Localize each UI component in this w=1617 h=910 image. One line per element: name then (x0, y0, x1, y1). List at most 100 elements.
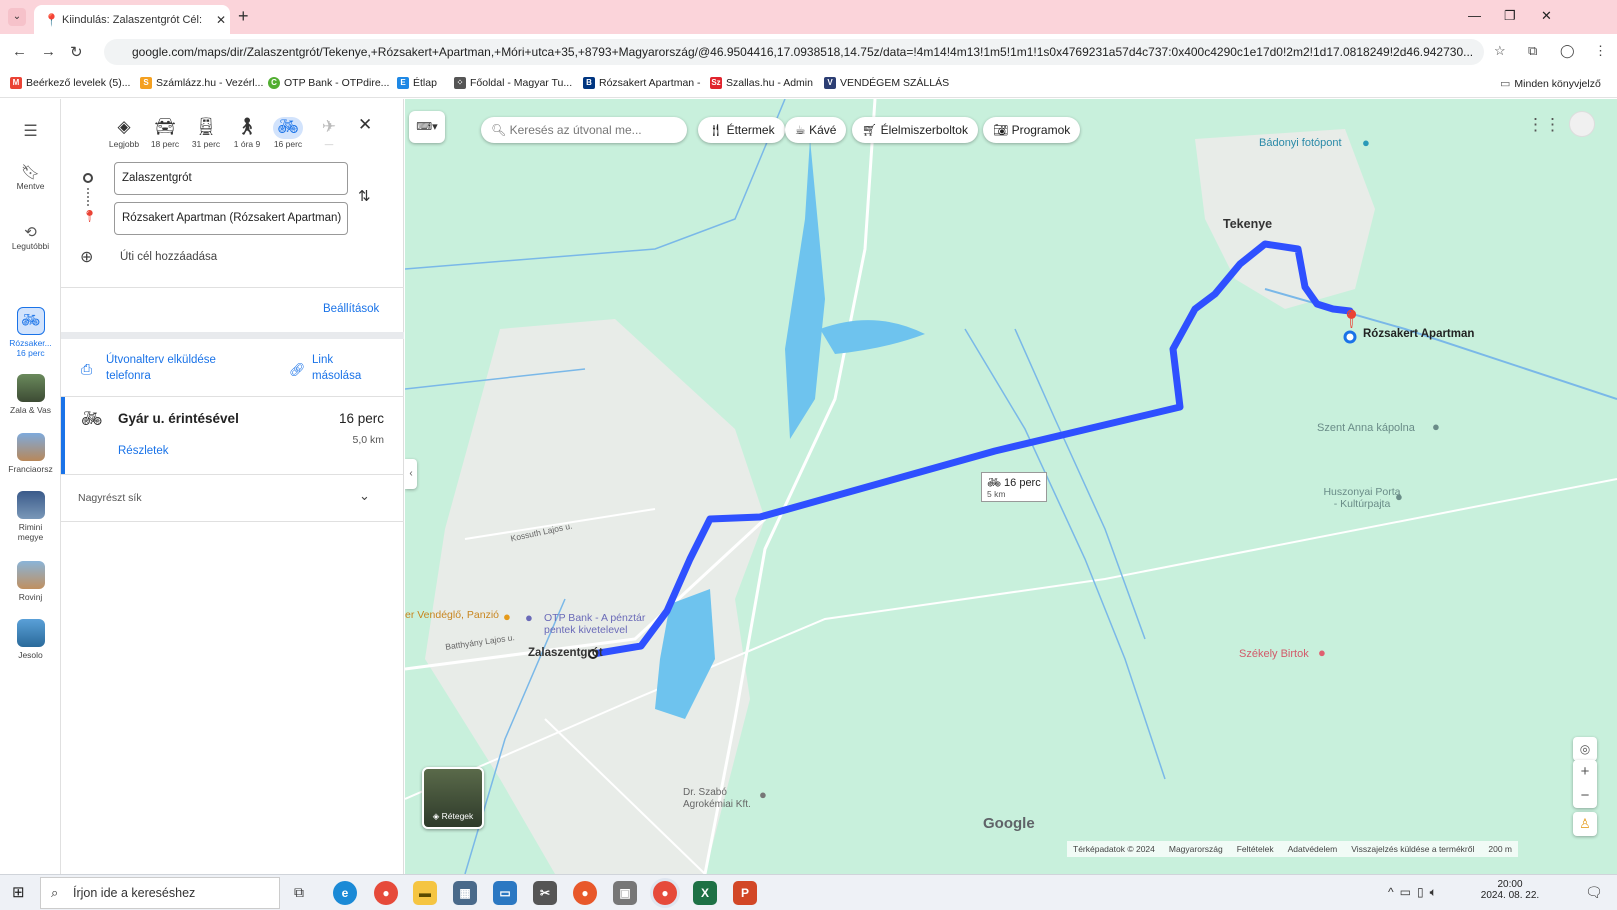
mode-transit[interactable]: 🚆︎ 31 perc (186, 117, 226, 149)
rail-recent[interactable]: ⟲ Legutóbbi (0, 223, 61, 251)
rail-jesolo[interactable]: Jesolo (0, 619, 61, 660)
bookmark-booking[interactable]: B Rózsakert Apartman - (583, 77, 701, 89)
layers-button[interactable]: ◈ Rétegek (422, 767, 484, 829)
reload-icon[interactable]: ↻ (70, 43, 83, 61)
add-destination-label[interactable]: Úti cél hozzáadása (120, 251, 217, 263)
vendeglo-label[interactable]: er Vendéglő, Panzió (405, 609, 499, 621)
menu-hamburger-icon[interactable]: ☰ (0, 121, 61, 141)
apps-grid-icon[interactable]: ⋮⋮ (1527, 115, 1561, 135)
destination-pin-icon[interactable]: 📍︎ (1340, 309, 1363, 330)
scale-label[interactable]: 200 m (1488, 841, 1512, 857)
szent-anna-label[interactable]: Szent Anna kápolna (1317, 422, 1415, 434)
extensions-icon[interactable]: ⧉ (1528, 43, 1537, 59)
tab-search-button[interactable]: ⌄ (8, 8, 26, 26)
rail-franciaorszag[interactable]: Franciaorsz (0, 433, 61, 474)
file-explorer-icon[interactable]: ▬ (413, 881, 437, 905)
rail-rovinj[interactable]: Rovinj (0, 561, 61, 602)
zalaszentgrot-label[interactable]: Zalaszentgrót (528, 647, 603, 659)
settings-link[interactable]: Beállítások (323, 303, 379, 315)
firefox-icon[interactable]: ● (573, 881, 597, 905)
rail-current-route[interactable]: 🚲︎ Rózsaker... 16 perc (0, 307, 61, 358)
profile-icon[interactable]: ◯ (1560, 43, 1575, 59)
mode-best[interactable]: ◈ Legjobb (104, 117, 144, 149)
app-icon[interactable]: ▣ (613, 881, 637, 905)
excel-icon[interactable]: X (693, 881, 717, 905)
huszonyai-label[interactable]: Huszonyai Porta - Kultúrpajta (1323, 486, 1401, 510)
browser-tab[interactable]: 📍 Kiindulás: Zalaszentgrót Cél: Ró ✕ (34, 5, 230, 34)
bookmark-magyar-turizmus[interactable]: ⁘ Főoldal - Magyar Tu... (454, 77, 572, 89)
mode-bike[interactable]: 🚲︎ 16 perc (268, 117, 308, 149)
clock[interactable]: 20:00 2024. 08. 22. (1474, 879, 1546, 901)
collapse-panel-button[interactable]: ‹ (405, 459, 417, 489)
bookmark-vendegem[interactable]: V VENDÉGEM SZÁLLÁS (824, 77, 949, 89)
drszabo-label[interactable]: Dr. Szabó Agrokémiai Kft. (683, 787, 763, 811)
bookmark-star-icon[interactable]: ☆ (1494, 43, 1506, 59)
task-view-icon[interactable]: ⧉ (294, 884, 304, 901)
new-tab-button[interactable]: + (238, 6, 249, 27)
notification-icon[interactable]: 🗨︎ (1585, 884, 1603, 901)
badonyi-label[interactable]: Bádonyi fotópont (1259, 137, 1342, 149)
otp-label[interactable]: OTP Bank - A pénztár pentek kivetelevel (544, 612, 674, 636)
my-location-icon[interactable]: ◎ (1573, 737, 1597, 761)
account-avatar[interactable] (1569, 111, 1595, 137)
bookmark-gmail[interactable]: M Beérkező levelek (5)... (10, 77, 130, 89)
add-circle-icon[interactable]: ⊕ (80, 247, 93, 267)
route-option[interactable]: 🚲︎ Gyár u. érintésével 16 perc 5,0 km Ré… (61, 397, 404, 474)
bookmark-all[interactable]: ▭ Minden könyvjelző (1500, 77, 1601, 91)
powerpoint-icon[interactable]: P (733, 881, 757, 905)
back-arrow-icon[interactable]: ← (12, 43, 27, 60)
address-bar[interactable]: google.com/maps/dir/Zalaszentgrót/Tekeny… (104, 39, 1484, 65)
szekely-label[interactable]: Székely Birtok (1239, 648, 1309, 660)
taskbar-search-input[interactable]: ⌕ Írjon ide a kereséshez (40, 877, 280, 909)
send-to-phone-link[interactable]: Útvonalterv elküldése telefonra (106, 352, 236, 384)
mode-car[interactable]: 🚘︎ 18 perc (145, 117, 185, 149)
restore-button[interactable]: ❐ (1504, 8, 1516, 24)
terms-link[interactable]: Feltételek (1237, 841, 1274, 857)
tekenye-label[interactable]: Tekenye (1223, 217, 1272, 231)
chrome-icon[interactable]: ● (374, 881, 398, 905)
forward-arrow-icon[interactable]: → (41, 43, 56, 60)
snipping-tool-icon[interactable]: ✂ (533, 881, 557, 905)
edge-icon[interactable]: e (333, 881, 357, 905)
calculator-icon[interactable]: ▦ (453, 881, 477, 905)
chip-groceries[interactable]: 🛒︎ Élelmiszerboltok (852, 117, 978, 143)
bookmark-szamlazz[interactable]: S Számlázz.hu - Vezérl... (140, 77, 263, 89)
destination-input[interactable]: Rózsakert Apartman (Rózsakert Apartman) (114, 202, 348, 235)
destination-label[interactable]: Rózsakert Apartman (1363, 328, 1474, 340)
zoom-in-button[interactable]: + (1573, 760, 1597, 784)
details-link[interactable]: Részletek (118, 445, 169, 457)
route-time-bubble[interactable]: 🚲︎ 16 perc 5 km (981, 472, 1047, 502)
chip-restaurants[interactable]: 🍴︎ Éttermek (698, 117, 785, 143)
bookmark-etlap[interactable]: E Étlap (397, 77, 437, 89)
route-search-input[interactable]: 🔍︎ Keresés az útvonal me... (481, 117, 687, 143)
menu-kebab-icon[interactable]: ⋮ (1594, 43, 1607, 59)
keyboard-input-button[interactable]: ⌨▾ (409, 111, 445, 143)
windows-start-icon[interactable]: ⊞ (12, 883, 25, 901)
copy-link[interactable]: Link másolása (312, 352, 372, 384)
chip-activities[interactable]: 📷︎ Programok (983, 117, 1081, 143)
rail-rimini[interactable]: Rimini megye (0, 491, 61, 542)
rail-saved[interactable]: 🔖︎ Mentve (0, 163, 61, 191)
mode-walk[interactable]: 🚶︎ 1 óra 9 (227, 117, 267, 149)
close-window-button[interactable]: ✕ (1541, 8, 1552, 24)
country-link[interactable]: Magyarország (1169, 841, 1223, 857)
chevron-down-icon[interactable]: ⌄ (359, 488, 370, 504)
chrome-active-icon[interactable]: ● (653, 881, 677, 905)
swap-icon[interactable]: ⇅ (358, 187, 371, 205)
chip-coffee[interactable]: ☕︎ Kávé (785, 117, 847, 143)
mode-flight[interactable]: ✈︎ — (309, 117, 349, 149)
minimize-button[interactable]: — (1468, 8, 1481, 23)
close-tab-icon[interactable]: ✕ (212, 13, 230, 27)
bookmark-otp[interactable]: C OTP Bank - OTPdire... (268, 77, 389, 89)
app-window-icon[interactable]: ▭ (493, 881, 517, 905)
rail-zala-vas[interactable]: Zala & Vas (0, 374, 61, 415)
close-directions-icon[interactable]: ✕ (358, 115, 372, 135)
privacy-link[interactable]: Adatvédelem (1288, 841, 1338, 857)
bookmark-szallas[interactable]: Sz Szallas.hu - Admin (710, 77, 813, 89)
map-canvas[interactable]: ⌨▾ 🔍︎ Keresés az útvonal me... 🍴︎ Étterm… (405, 99, 1617, 874)
origin-input[interactable]: Zalaszentgrót (114, 162, 348, 195)
system-tray-icons[interactable]: ^▭▯🔈︎ (1388, 885, 1443, 900)
feedback-link[interactable]: Visszajelzés küldése a termékről (1351, 841, 1474, 857)
pegman-icon[interactable]: ♙ (1573, 812, 1597, 836)
zoom-out-button[interactable]: − (1573, 784, 1597, 808)
